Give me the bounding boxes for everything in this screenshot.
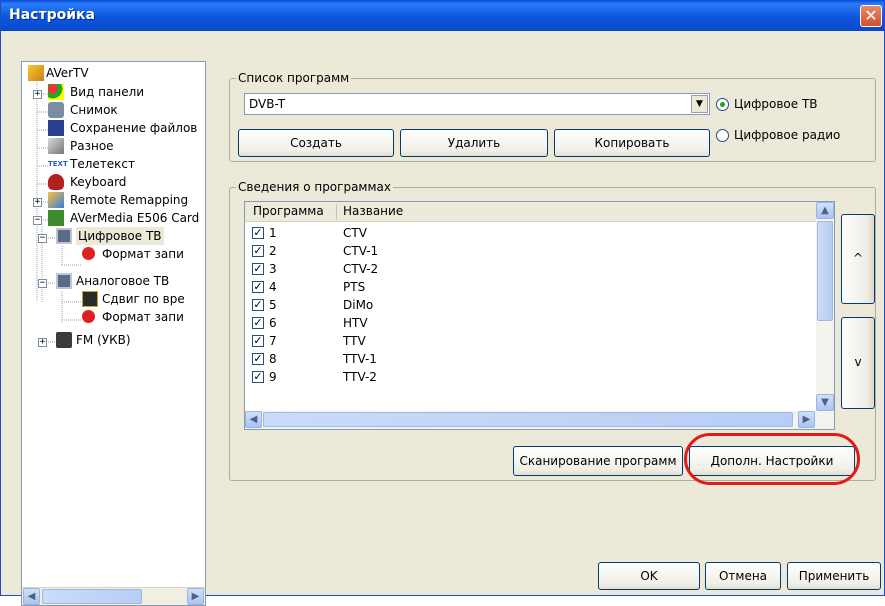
program-name: DiMo: [343, 298, 374, 312]
wrench-icon: [48, 138, 64, 154]
collapse-toggle[interactable]: −: [38, 234, 47, 243]
apply-button[interactable]: Применить: [787, 562, 881, 590]
program-name: CTV-2: [343, 262, 379, 276]
scan-programs-button[interactable]: Сканирование программ: [513, 446, 683, 476]
row-checkbox[interactable]: ✓: [252, 227, 264, 239]
program-name: TTV-1: [343, 352, 377, 366]
move-up-button[interactable]: ^: [841, 214, 875, 304]
table-row[interactable]: ✓ 8 TTV-1: [245, 350, 817, 368]
settings-window: Настройка ✕ AVerTV + Вид панели Снимок С…: [0, 0, 885, 606]
ok-button[interactable]: OK: [598, 562, 700, 590]
remote-icon: [48, 192, 64, 208]
program-number: 2: [269, 244, 277, 258]
table-row[interactable]: ✓ 7 TTV: [245, 332, 817, 350]
program-name: PTS: [343, 280, 366, 294]
program-number: 6: [269, 316, 277, 330]
move-down-button[interactable]: v: [841, 317, 875, 409]
program-number: 7: [269, 334, 277, 348]
scroll-thumb[interactable]: [263, 412, 793, 427]
settings-tree[interactable]: AVerTV + Вид панели Снимок Сохранение фа…: [21, 61, 206, 606]
program-number: 1: [269, 226, 277, 240]
tv-icon: [56, 273, 72, 289]
radio-digital-tv[interactable]: [716, 98, 729, 111]
keyboard-icon: [48, 174, 64, 190]
row-checkbox[interactable]: ✓: [252, 371, 264, 383]
teletext-icon: TEXT: [48, 160, 68, 168]
row-checkbox[interactable]: ✓: [252, 245, 264, 257]
column-header-name[interactable]: Название: [343, 204, 403, 218]
column-header-program[interactable]: Программа: [253, 204, 324, 218]
radio-icon: [56, 332, 72, 348]
collapse-toggle[interactable]: −: [38, 279, 47, 288]
table-row[interactable]: ✓ 9 TTV-2: [245, 368, 817, 386]
table-row[interactable]: ✓ 4 PTS: [245, 278, 817, 296]
table-row[interactable]: ✓ 2 CTV-1: [245, 242, 817, 260]
scroll-right-button[interactable]: ▶: [187, 588, 204, 605]
program-number: 8: [269, 352, 277, 366]
program-number: 5: [269, 298, 277, 312]
collapse-toggle[interactable]: −: [33, 216, 42, 225]
table-vertical-scrollbar[interactable]: ▲ ▼: [816, 202, 834, 411]
tv-icon: [56, 228, 72, 244]
record-icon: [82, 310, 95, 323]
row-checkbox[interactable]: ✓: [252, 299, 264, 311]
scroll-down-button[interactable]: ▼: [816, 394, 834, 411]
row-checkbox[interactable]: ✓: [252, 317, 264, 329]
save-icon: [48, 120, 64, 136]
scroll-left-button[interactable]: ◀: [245, 411, 262, 428]
scroll-thumb[interactable]: [817, 221, 833, 321]
view-panel-icon: [48, 84, 64, 100]
delete-button[interactable]: Удалить: [400, 129, 548, 157]
table-row[interactable]: ✓ 5 DiMo: [245, 296, 817, 314]
close-button[interactable]: ✕: [860, 5, 882, 27]
window-title: Настройка: [9, 7, 95, 23]
program-info-legend: Сведения о программах: [236, 180, 393, 194]
program-list-legend: Список программ: [236, 71, 352, 85]
expand-toggle[interactable]: +: [33, 90, 42, 99]
program-name: HTV: [343, 316, 368, 330]
program-name: TTV-2: [343, 370, 377, 384]
dropdown-arrow-icon[interactable]: ▼: [691, 95, 708, 113]
program-table[interactable]: Программа Название ✓ 1 CTV ✓ 2 CTV-1 ✓ 3…: [244, 201, 835, 430]
table-horizontal-scrollbar[interactable]: ◀ ▶: [245, 411, 834, 429]
program-name: TTV: [343, 334, 366, 348]
program-list-value: DVB-T: [249, 97, 286, 111]
close-icon: ✕: [864, 6, 878, 25]
highlight-annotation: [684, 433, 860, 485]
program-number: 3: [269, 262, 277, 276]
scroll-thumb[interactable]: [42, 589, 142, 604]
row-checkbox[interactable]: ✓: [252, 335, 264, 347]
program-name: CTV: [343, 226, 367, 240]
program-number: 9: [269, 370, 277, 384]
radio-digital-tv-label: Цифровое ТВ: [734, 97, 818, 111]
table-row[interactable]: ✓ 3 CTV-2: [245, 260, 817, 278]
expand-toggle[interactable]: +: [38, 338, 47, 347]
radio-digital-radio-label: Цифровое радио: [734, 128, 841, 142]
scroll-left-button[interactable]: ◀: [23, 588, 40, 605]
radio-digital-radio[interactable]: [716, 129, 729, 142]
cancel-button[interactable]: Отмена: [705, 562, 781, 590]
program-name: CTV-1: [343, 244, 379, 258]
program-number: 4: [269, 280, 277, 294]
scroll-up-button[interactable]: ▲: [816, 202, 834, 219]
table-header: Программа Название: [245, 202, 817, 222]
timeshift-icon: [82, 291, 98, 307]
card-icon: [48, 210, 64, 226]
record-icon: [82, 247, 95, 260]
table-row[interactable]: ✓ 1 CTV: [245, 224, 817, 242]
column-divider[interactable]: [336, 204, 337, 220]
row-checkbox[interactable]: ✓: [252, 353, 264, 365]
row-checkbox[interactable]: ✓: [252, 281, 264, 293]
row-checkbox[interactable]: ✓: [252, 263, 264, 275]
scroll-right-button[interactable]: ▶: [798, 411, 815, 428]
tree-horizontal-scrollbar[interactable]: ◀ ▶: [22, 587, 205, 605]
copy-button[interactable]: Копировать: [554, 129, 710, 157]
program-list-select[interactable]: DVB-T ▼: [244, 93, 710, 115]
title-bar[interactable]: Настройка ✕: [1, 1, 884, 31]
expand-toggle[interactable]: +: [33, 198, 42, 207]
app-icon: [28, 65, 44, 81]
create-button[interactable]: Создать: [238, 129, 394, 157]
table-row[interactable]: ✓ 6 HTV: [245, 314, 817, 332]
camera-icon: [48, 102, 64, 118]
